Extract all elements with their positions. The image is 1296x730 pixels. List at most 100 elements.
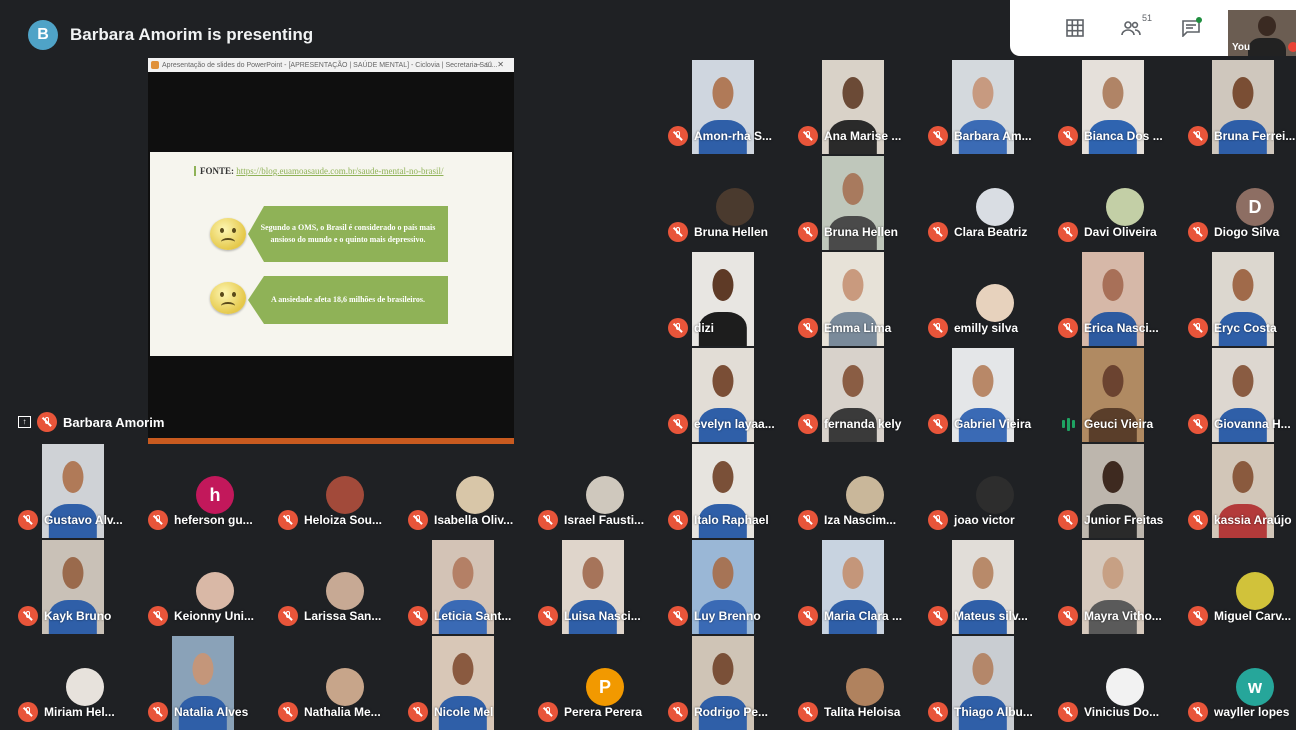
people-count: 51 (1141, 13, 1152, 23)
participant-tile[interactable]: Barbara Am... (928, 58, 1056, 154)
participant-name-row: Geuci Vieira (1058, 414, 1153, 434)
participant-tile[interactable]: Natalia Alves (148, 634, 276, 730)
participant-tile[interactable]: Luisa Nasci... (538, 538, 666, 634)
participant-name: Nicole Mel (434, 705, 494, 719)
participant-name-row: emilly silva (928, 318, 1018, 338)
mic-off-icon (538, 702, 558, 722)
participant-tile[interactable]: Geuci Vieira (1058, 346, 1186, 442)
participant-tile[interactable]: Vinicius Do... (1058, 634, 1186, 728)
participant-tile[interactable]: Italo Raphael (668, 442, 796, 538)
mic-off-icon (408, 510, 428, 530)
participant-name: Maria Clara ... (824, 609, 903, 623)
mic-off-icon (798, 126, 818, 146)
participant-tile[interactable]: Giovanna H... (1188, 346, 1296, 442)
participant-tile[interactable]: Israel Fausti... (538, 442, 666, 536)
participant-name-row: Miguel Carv... (1188, 606, 1291, 626)
self-view-tile[interactable]: You (1228, 10, 1296, 56)
participant-avatar (976, 476, 1014, 514)
participant-name: Erica Nasci... (1084, 321, 1159, 335)
participant-avatar (586, 476, 624, 514)
mic-off-icon (1188, 222, 1208, 242)
participant-tile[interactable]: Isabella Oliv... (408, 442, 536, 536)
mic-off-icon (408, 702, 428, 722)
participant-tile[interactable]: evelyn layaa... (668, 346, 796, 442)
participant-tile[interactable]: w wayller lopes (1188, 634, 1296, 728)
participant-avatar (326, 668, 364, 706)
participant-tile[interactable]: Thiago Albu... (928, 634, 1056, 730)
participant-avatar (1106, 188, 1144, 226)
participant-name-row: joao victor (928, 510, 1015, 530)
participant-tile[interactable]: Larissa San... (278, 538, 406, 632)
participant-tile[interactable]: Bruna Hellen (798, 154, 926, 250)
participant-tile[interactable]: Bianca Dos ... (1058, 58, 1186, 154)
participant-name: Davi Oliveira (1084, 225, 1157, 239)
mic-off-icon (1058, 510, 1078, 530)
participant-tile[interactable]: dizi (668, 250, 796, 346)
participant-name: Bianca Dos ... (1084, 129, 1163, 143)
participant-tile[interactable]: Ana Marise ... (798, 58, 926, 154)
participant-name: fernanda kely (824, 417, 902, 431)
participant-tile[interactable]: Heloiza Sou... (278, 442, 406, 536)
participant-tile[interactable]: Eryc Costa (1188, 250, 1296, 346)
mic-off-icon (928, 510, 948, 530)
participant-tile[interactable]: Luy Brenno (668, 538, 796, 634)
participant-tile[interactable]: fernanda kely (798, 346, 926, 442)
participant-tile[interactable]: Gabriel Vieira (928, 346, 1056, 442)
participant-tile[interactable]: Davi Oliveira (1058, 154, 1186, 248)
participant-tile[interactable]: P Perera Perera (538, 634, 666, 728)
slide-source-label: FONTE: (200, 166, 235, 176)
mic-off-icon (928, 702, 948, 722)
participant-name-row: fernanda kely (798, 414, 901, 434)
mic-off-icon (798, 606, 818, 626)
participant-tile[interactable]: Nathalia Me... (278, 634, 406, 728)
participant-tile[interactable]: Kayk Bruno (18, 538, 146, 634)
participant-tile[interactable]: Iza Nascim... (798, 442, 926, 536)
participant-tile[interactable]: Rodrigo Pe... (668, 634, 796, 730)
participant-name-row: Italo Raphael (668, 510, 769, 530)
participant-tile[interactable]: Keionny Uni... (148, 538, 276, 632)
chat-icon[interactable] (1174, 11, 1208, 45)
participant-tile[interactable]: emilly silva (928, 250, 1056, 344)
mic-off-icon (668, 414, 688, 434)
slide-card-1: Segundo a OMS, o Brasil é considerado o … (248, 206, 448, 262)
participant-tile[interactable]: Gustavo Alv... (18, 442, 146, 538)
participant-tile[interactable]: Mateus silv... (928, 538, 1056, 634)
participant-tile[interactable]: Maria Clara ... (798, 538, 926, 634)
participant-initial-avatar: P (586, 668, 624, 706)
participant-tile[interactable]: h heferson gu... (148, 442, 276, 536)
participant-name: Bruna Hellen (824, 225, 899, 239)
mic-off-icon (1058, 702, 1078, 722)
people-icon[interactable]: 51 (1114, 11, 1152, 45)
participant-tile[interactable]: Amon-rha S... (668, 58, 796, 154)
slide-card-2: A ansiedade afeta 18,6 milhões de brasil… (248, 276, 448, 324)
participant-tile[interactable]: Bruna Ferrei... (1188, 58, 1296, 154)
participant-tile[interactable]: Erica Nasci... (1058, 250, 1186, 346)
participant-tile[interactable]: Bruna Hellen (668, 154, 796, 248)
participant-avatar (846, 668, 884, 706)
participant-name-row: Erica Nasci... (1058, 318, 1159, 338)
participant-initial-avatar: h (196, 476, 234, 514)
mic-off-icon (1058, 126, 1078, 146)
pin-icon[interactable]: ↑ (18, 416, 31, 428)
participant-tile[interactable]: D Diogo Silva (1188, 154, 1296, 248)
participant-tile[interactable]: Miriam Hel... (18, 634, 146, 728)
participant-name: Talita Heloisa (824, 705, 901, 719)
participant-tile[interactable]: Clara Beatriz (928, 154, 1056, 248)
participant-tile[interactable]: Junior Freitas (1058, 442, 1186, 538)
participant-tile[interactable]: Miguel Carv... (1188, 538, 1296, 632)
participant-avatar (456, 476, 494, 514)
participant-avatar (326, 572, 364, 610)
participant-tile[interactable]: Mayra Vitho... (1058, 538, 1186, 634)
mic-off-icon (148, 510, 168, 530)
participant-tile[interactable]: Talita Heloisa (798, 634, 926, 728)
participant-tile[interactable]: joao victor (928, 442, 1056, 536)
grid-layout-icon[interactable] (1058, 11, 1092, 45)
participant-name-row: heferson gu... (148, 510, 253, 530)
mic-off-icon (928, 606, 948, 626)
participant-tile[interactable]: Emma Lima (798, 250, 926, 346)
participant-tile[interactable]: Nicole Mel (408, 634, 536, 730)
participant-tile[interactable]: Leticia Sant... (408, 538, 536, 634)
participant-tile[interactable]: kassia Araújo (1188, 442, 1296, 538)
participant-name: evelyn layaa... (694, 417, 775, 431)
presenting-text: Barbara Amorim is presenting (70, 25, 314, 44)
